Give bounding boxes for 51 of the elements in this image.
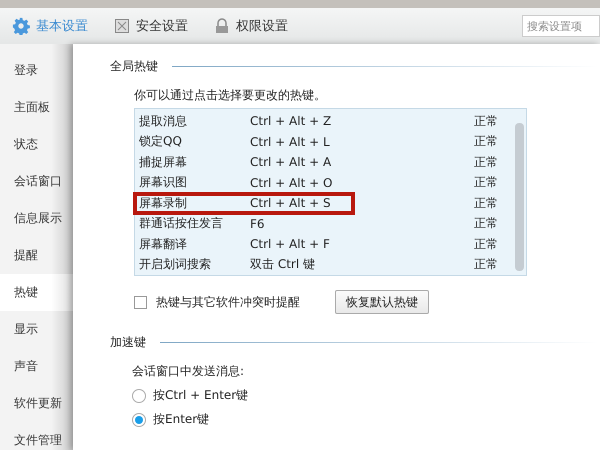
hotkey-name[interactable]: 提取消息: [135, 112, 250, 130]
sidebar-item[interactable]: 主面板: [0, 89, 73, 126]
hotkey-status: 正常: [474, 256, 498, 274]
sidebar-item[interactable]: 软件更新: [0, 385, 73, 422]
sidebar-item[interactable]: 登录: [0, 52, 73, 89]
hotkey-status: 正常: [474, 194, 498, 212]
sidebar-item[interactable]: 文件管理: [0, 422, 73, 450]
restore-defaults-button[interactable]: 恢复默认热键: [335, 290, 429, 314]
settings-tab[interactable]: 权限设置: [214, 17, 288, 35]
sidebar-item[interactable]: 状态: [0, 126, 73, 163]
section-title: 全局热键: [110, 58, 158, 75]
radio-label: 按Ctrl + Enter键: [153, 387, 248, 404]
hotkey-name[interactable]: 屏幕识图: [135, 174, 250, 192]
sidebar-item[interactable]: 提醒: [0, 237, 73, 274]
hotkey-name[interactable]: 屏幕录制: [135, 194, 250, 212]
sidebar-item[interactable]: 会话窗口: [0, 163, 73, 200]
settings-tab[interactable]: 安全设置: [114, 17, 188, 35]
hotkey-status: 正常: [474, 154, 498, 171]
sidebar-item[interactable]: 显示: [0, 311, 73, 348]
sidebar-item[interactable]: 信息展示: [0, 200, 73, 237]
sidebar-item[interactable]: 热键: [0, 274, 73, 311]
prompt-text: 会话窗口中发送消息:: [132, 363, 246, 380]
hotkey-name[interactable]: 开启划词搜索: [135, 256, 250, 274]
hotkey-status: 正常: [474, 236, 498, 253]
section-title: 加速键: [110, 334, 146, 351]
gear-icon: [12, 17, 30, 35]
radio-button[interactable]: [132, 388, 146, 402]
hotkey-status: 正常: [474, 133, 498, 150]
hotkey-keys[interactable]: 双击 Ctrl 键: [250, 256, 474, 274]
hotkey-keys[interactable]: F6: [250, 216, 474, 231]
hotkey-name[interactable]: 群通话按住发言: [135, 215, 250, 232]
radio-label: 按Enter键: [153, 411, 210, 428]
search-field[interactable]: 搜索设置项: [522, 15, 600, 37]
hotkey-keys[interactable]: Ctrl + Alt + Z: [250, 114, 474, 128]
hotkey-status: 正常: [474, 174, 498, 192]
radio-button[interactable]: [132, 412, 146, 426]
hotkey-status: 正常: [474, 215, 498, 232]
hotkey-keys[interactable]: Ctrl + Alt + A: [250, 155, 474, 170]
description-text: 你可以通过点击选择要更改的热键。: [134, 87, 327, 104]
hotkey-name[interactable]: 屏幕翻译: [135, 236, 250, 253]
checkbox[interactable]: [134, 296, 147, 308]
hotkey-keys[interactable]: Ctrl + Alt + F: [250, 237, 474, 252]
hotkey-status: 正常: [474, 112, 498, 130]
hotkey-keys[interactable]: Ctrl + Alt + O: [250, 176, 474, 190]
hotkey-name[interactable]: 捕捉屏幕: [135, 154, 250, 171]
hotkey-keys[interactable]: Ctrl + Alt + S: [250, 196, 474, 210]
hotkey-keys[interactable]: Ctrl + Alt + L: [250, 134, 474, 149]
scrollbar[interactable]: [515, 123, 524, 271]
hotkey-name[interactable]: 锁定QQ: [135, 133, 250, 150]
lock-icon: [214, 18, 230, 34]
sidebar-item[interactable]: 声音: [0, 348, 73, 385]
